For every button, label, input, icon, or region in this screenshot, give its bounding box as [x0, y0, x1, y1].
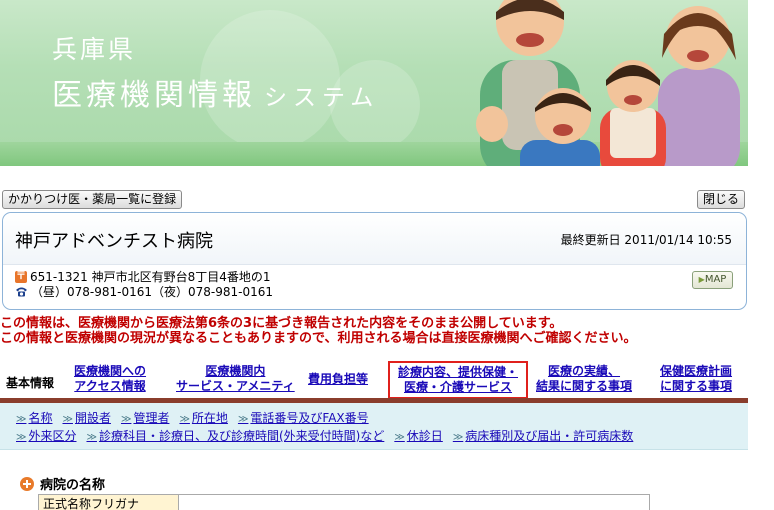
double-chevron-icon: ≫	[16, 432, 27, 443]
notice-line-1: この情報は、医療機関から医療法第6条の3に基づき報告された内容をそのまま公開して…	[0, 316, 563, 331]
tab-label-line1: 保健医療計画	[660, 364, 733, 378]
last-updated: 最終更新日 2011/01/14 10:55	[560, 233, 732, 247]
hospital-name-table: 正式名称フリガナ	[38, 494, 650, 510]
subnav-link-label: 休診日	[406, 429, 443, 443]
subnav-link-holidays[interactable]: ≫ 休診日	[394, 427, 442, 444]
double-chevron-icon: ≫	[394, 432, 405, 443]
hospital-name: 神戸アドベンチスト病院	[15, 231, 213, 252]
hospital-info-header: 神戸アドベンチスト病院 最終更新日 2011/01/14 10:55	[3, 213, 746, 265]
subnav-link-label: 電話番号及びFAX番号	[250, 411, 369, 425]
subnav-link-label: 管理者	[133, 411, 170, 425]
section-title: 病院の名称	[20, 474, 105, 493]
sub-navigation: ≫ 名称 ≫ 開設者 ≫ 管理者 ≫ 所在地 ≫ 電話番号及びFAX番号 ≫ 外来区分 ≫ 診…	[0, 403, 748, 450]
subnav-link-beds[interactable]: ≫ 病床種別及び届出・許可病床数	[453, 427, 633, 444]
tab-label-line1: 医療機関への	[74, 364, 147, 378]
tab-label-line2: サービス・アメニティ	[176, 379, 295, 393]
header-banner: 兵庫県 医療機関情報 システム	[0, 0, 748, 166]
double-chevron-icon: ≫	[86, 432, 97, 443]
tab-label-line1: 医療の実績、	[548, 364, 621, 378]
basic-info-label: 基本情報	[6, 376, 55, 390]
double-chevron-icon: ≫	[62, 414, 73, 425]
tab-label-line2: アクセス情報	[74, 379, 146, 393]
register-favorite-button[interactable]: かかりつけ医・薬局一覧に登録	[2, 190, 183, 209]
medical-cross-icon	[20, 476, 34, 491]
hospital-info-box: 神戸アドベンチスト病院 最終更新日 2011/01/14 10:55 〒 651…	[2, 212, 747, 310]
system-title-sub: システム	[264, 85, 380, 111]
system-title: 医療機関情報 システム	[52, 70, 379, 114]
tab-label-line1: 費用負担等	[308, 372, 369, 386]
subnav-link-manager[interactable]: ≫ 管理者	[121, 409, 169, 426]
subnav-link-name[interactable]: ≫ 名称	[16, 409, 52, 426]
subnav-link-phone-fax[interactable]: ≫ 電話番号及びFAX番号	[238, 409, 369, 426]
subnav-link-location[interactable]: ≫ 所在地	[179, 409, 227, 426]
phone-text: （昼）078-981-0161（夜）078-981-0161	[31, 285, 274, 299]
tab-label-line2: 医療・介護サービス	[404, 380, 513, 394]
subnav-link-label: 名称	[28, 411, 53, 425]
tab-medical-results[interactable]: 医療の実績、 結果に関する事項	[536, 364, 632, 394]
system-title-main: 医療機関情報	[52, 78, 256, 113]
postal-mark-icon: 〒	[15, 270, 27, 283]
tab-health-plan[interactable]: 保健医療計画 に関する事項	[660, 364, 732, 394]
map-button-label: MAP	[704, 274, 727, 285]
tab-cost-burden[interactable]: 費用負担等	[308, 372, 368, 387]
tab-label-line2: に関する事項	[660, 379, 733, 393]
category-tabs: 基本情報 医療機関への アクセス情報 医療機関内 サービス・アメニティ 費用負担…	[0, 360, 748, 400]
subnav-link-label: 診療科目・診療日、及び診療時間(外来受付時間)など	[98, 429, 385, 443]
family-illustration	[476, 0, 740, 166]
subnav-link-label: 病床種別及び届出・許可病床数	[465, 429, 634, 443]
tab-label-line1: 医療機関内	[205, 364, 266, 378]
close-button[interactable]: 閉じる	[697, 190, 746, 209]
subnav-row-2: ≫ 外来区分 ≫ 診療科目・診療日、及び診療時間(外来受付時間)など ≫ 休診日 ≫ 病…	[16, 427, 633, 444]
double-chevron-icon: ≫	[16, 414, 27, 425]
subnav-row-1: ≫ 名称 ≫ 開設者 ≫ 管理者 ≫ 所在地 ≫ 電話番号及びFAX番号	[16, 409, 369, 426]
tab-access-info[interactable]: 医療機関への アクセス情報	[74, 364, 146, 394]
subnav-link-outpatient[interactable]: ≫ 外来区分	[16, 427, 76, 444]
subnav-link-label: 外来区分	[28, 429, 77, 443]
double-chevron-icon: ≫	[452, 432, 464, 443]
tab-medical-services[interactable]: 診療内容、提供保健・ 医療・介護サービス	[388, 361, 529, 399]
prefecture-title: 兵庫県	[52, 35, 137, 64]
subnav-link-founder[interactable]: ≫ 開設者	[62, 409, 110, 426]
phone-line: （昼）078-981-0161（夜）078-981-0161	[15, 283, 273, 300]
subnav-link-label: 開設者	[74, 411, 111, 425]
section-title-text: 病院の名称	[40, 478, 106, 493]
table-header-cell: 正式名称フリガナ	[39, 495, 179, 510]
subnav-link-departments-hours[interactable]: ≫ 診療科目・診療日、及び診療時間(外来受付時間)など	[86, 427, 384, 444]
subnav-link-label: 所在地	[191, 411, 228, 425]
double-chevron-icon: ≫	[237, 414, 249, 425]
notice-line-2: この情報と医療機関の現況が異なることもありますので、利用される場合は直接医療機関…	[0, 331, 637, 346]
telephone-icon	[16, 287, 27, 296]
double-chevron-icon: ≫	[120, 414, 132, 425]
tab-label-line2: 結果に関する事項	[536, 379, 633, 393]
double-chevron-icon: ≫	[179, 414, 190, 425]
tab-services-amenity[interactable]: 医療機関内 サービス・アメニティ	[176, 364, 295, 394]
disclaimer-notice: この情報は、医療機関から医療法第6条の3に基づき報告された内容をそのまま公開して…	[0, 316, 774, 346]
tab-label-line1: 診療内容、提供保健・	[398, 365, 519, 379]
map-button[interactable]: ▶MAP	[692, 271, 733, 289]
